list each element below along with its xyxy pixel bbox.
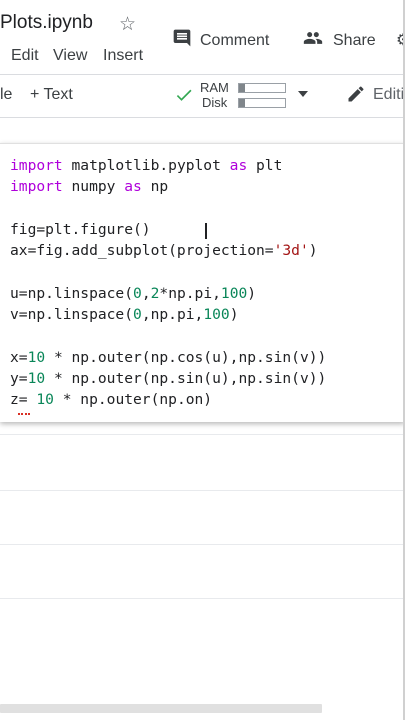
share-label: Share <box>333 31 376 49</box>
code-token: * np.outer(np.on) <box>53 391 213 409</box>
code-line[interactable]: import matplotlib.pyplot as plt <box>10 157 282 174</box>
empty-cell-divider <box>0 544 405 545</box>
code-line[interactable]: y=10 * np.outer(np.sin(u),np.sin(v)) <box>10 370 326 387</box>
add-code-button[interactable]: le <box>0 86 12 104</box>
comment-icon <box>172 28 192 53</box>
code-token: numpy <box>62 178 125 196</box>
menu-item-edit[interactable]: Edit <box>11 47 39 65</box>
header-divider <box>0 74 405 75</box>
code-token: 0 <box>133 306 142 324</box>
code-token: matplotlib.pyplot <box>62 157 230 174</box>
code-line[interactable]: ax=fig.add_subplot(projection='3d') <box>10 242 318 259</box>
code-line[interactable]: fig=plt.figure() <box>10 221 151 238</box>
horizontal-scrollbar[interactable] <box>0 704 322 713</box>
code-token: ) <box>247 284 257 302</box>
code-line[interactable]: import numpy as np <box>10 178 168 195</box>
ram-label: RAM <box>200 80 229 95</box>
empty-cell-divider <box>0 598 405 599</box>
empty-cell-divider <box>0 490 405 491</box>
people-icon <box>301 28 325 53</box>
code-token: as <box>124 178 142 196</box>
code-token: ) <box>308 242 318 260</box>
add-text-button[interactable]: + Text <box>30 86 73 104</box>
code-token: import <box>10 178 63 196</box>
code-line[interactable]: x=10 * np.outer(np.cos(u),np.sin(v)) <box>10 349 326 366</box>
code-token: z= <box>10 391 37 409</box>
code-token: '3d' <box>273 242 309 260</box>
code-cell[interactable]: import matplotlib.pyplot as plt import n… <box>0 143 405 422</box>
code-token: 10 <box>27 348 46 366</box>
pencil-icon <box>346 84 366 109</box>
code-token: 100 <box>203 306 230 324</box>
code-token: fig=plt.figure() <box>10 220 151 238</box>
menu-item-view[interactable]: View <box>53 47 87 65</box>
comment-label: Comment <box>200 31 270 49</box>
code-token: 0 <box>133 284 142 302</box>
code-token: 100 <box>220 284 248 302</box>
code-line[interactable]: v=np.linspace(0,np.pi,100) <box>10 306 238 323</box>
menu-item-insert[interactable]: Insert <box>103 47 143 65</box>
code-token: 10 <box>27 369 46 387</box>
share-button[interactable]: Share <box>301 28 376 53</box>
mouse-cursor <box>205 223 207 239</box>
code-line[interactable]: z= 10 * np.outer(np.on) <box>10 391 212 408</box>
code-token: * np.outer(np.cos(u),np.sin(v)) <box>45 348 327 366</box>
code-token: ,np.pi, <box>141 306 204 324</box>
disk-bar <box>238 98 286 108</box>
code-token: x= <box>10 348 28 366</box>
editing-mode-label[interactable]: Editi <box>373 86 404 104</box>
connected-check-icon <box>174 85 194 110</box>
syntax-error-underline <box>18 410 30 415</box>
code-editor[interactable]: import matplotlib.pyplot as plt import n… <box>10 155 326 411</box>
code-token: plt <box>247 157 283 174</box>
code-token: as <box>229 157 248 174</box>
disk-label: Disk <box>202 95 228 110</box>
ram-fill <box>239 84 245 92</box>
runtime-dropdown-icon[interactable] <box>298 91 308 97</box>
code-token: u=np.linspace( <box>10 284 134 302</box>
code-token: ax=fig.add_subplot(projection= <box>10 242 274 260</box>
code-token: 10 <box>36 391 54 409</box>
code-token: v=np.linspace( <box>10 306 134 324</box>
ram-bar <box>238 83 286 93</box>
disk-fill <box>239 99 245 107</box>
toolbar-divider <box>0 117 405 118</box>
code-token: y= <box>10 369 28 387</box>
code-token: import <box>10 157 63 174</box>
comment-button[interactable]: Comment <box>172 28 269 53</box>
code-token: ) <box>229 306 239 324</box>
code-token: *np.pi, <box>159 284 221 302</box>
star-icon[interactable]: ☆ <box>119 13 136 36</box>
code-token: , <box>141 284 151 302</box>
code-line[interactable]: u=np.linspace(0,2*np.pi,100) <box>10 285 256 302</box>
code-token: np <box>141 178 169 196</box>
code-token: * np.outer(np.sin(u),np.sin(v)) <box>45 369 327 387</box>
notebook-title[interactable]: Plots.ipynb <box>0 12 93 34</box>
empty-cell-divider <box>0 434 405 435</box>
